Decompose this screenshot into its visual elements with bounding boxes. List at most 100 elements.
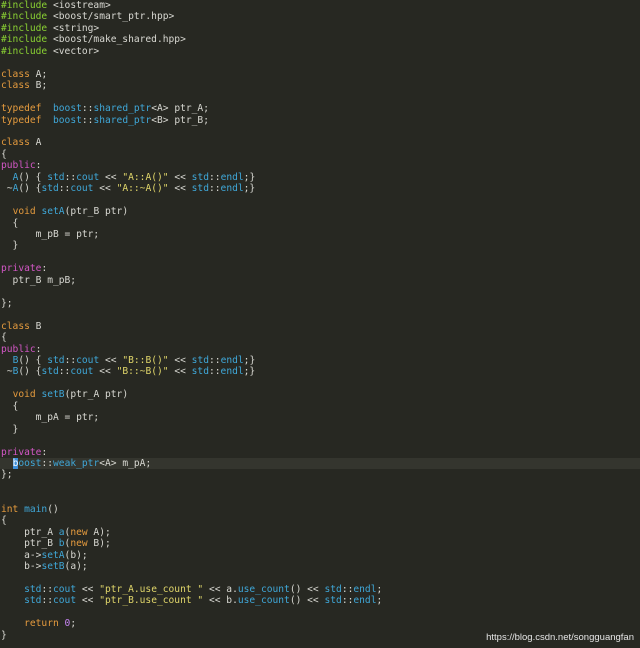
code-line[interactable]: #include <iostream> [0, 0, 640, 11]
code-token: (a); [64, 561, 88, 573]
code-token: class [1, 137, 30, 149]
code-line[interactable]: private: [0, 447, 640, 458]
code-line[interactable]: private: [0, 263, 640, 274]
code-line[interactable]: void setA(ptr_B ptr) [0, 206, 640, 217]
code-editor[interactable]: #include <iostream> #include <boost/smart… [0, 0, 640, 648]
code-line[interactable]: B() { std::cout << "B::B()" << std::endl… [0, 355, 640, 366]
code-line[interactable]: class B; [0, 80, 640, 91]
code-line[interactable]: typedef boost::shared_ptr<B> ptr_B; [0, 115, 640, 126]
code-token: (b); [64, 549, 88, 561]
code-line[interactable] [0, 92, 640, 103]
code-token: std [324, 583, 342, 595]
code-line[interactable]: ptr_B b(new B); [0, 538, 640, 549]
code-line[interactable]: b->setB(a); [0, 561, 640, 572]
code-line[interactable]: #include <string> [0, 23, 640, 34]
code-token: :: [64, 354, 77, 366]
code-line[interactable]: #include <vector> [0, 46, 640, 57]
code-token: A; [29, 68, 48, 80]
code-token: return [24, 618, 59, 630]
code-token: <boost/make_shared.hpp> [47, 34, 186, 46]
code-line[interactable]: { [0, 515, 640, 526]
code-token: endl [220, 183, 244, 195]
code-token: new [70, 538, 88, 550]
code-token: <A> m_pA; [99, 458, 152, 469]
code-token: std [191, 354, 209, 366]
code-token: cout [76, 354, 100, 366]
code-token: B; [29, 80, 48, 92]
code-line[interactable]: boost::weak_ptr<A> m_pA; [0, 458, 640, 470]
code-line[interactable]: }; [0, 469, 640, 480]
code-line[interactable]: class A [0, 137, 640, 148]
code-token: endl [353, 595, 377, 607]
code-line[interactable]: } [0, 424, 640, 435]
code-line[interactable]: { [0, 218, 640, 229]
code-token: :: [41, 458, 54, 469]
code-token: class [1, 80, 30, 92]
code-line[interactable]: { [0, 401, 640, 412]
code-token: use_count [237, 595, 290, 607]
code-token: : [41, 263, 48, 275]
code-token: main [24, 503, 48, 515]
code-line[interactable] [0, 607, 640, 618]
code-line[interactable]: class A; [0, 69, 640, 80]
code-line[interactable] [0, 378, 640, 389]
code-line[interactable]: ~B() {std::cout << "B::~B()" << std::end… [0, 366, 640, 377]
code-token: cout [76, 171, 100, 183]
code-line[interactable]: public: [0, 344, 640, 355]
code-line[interactable]: std::cout << "ptr_A.use_count " << a.use… [0, 584, 640, 595]
code-line[interactable]: { [0, 149, 640, 160]
code-token: endl [220, 354, 244, 366]
code-line[interactable]: } [0, 240, 640, 251]
code-line[interactable] [0, 492, 640, 503]
code-token: (ptr_A ptr) [64, 389, 129, 401]
code-line[interactable] [0, 573, 640, 584]
code-token: std [191, 171, 209, 183]
code-token: "B::~B()" [116, 366, 169, 378]
code-line[interactable]: ptr_B m_pB; [0, 275, 640, 286]
code-line[interactable]: ~A() {std::cout << "A::~A()" << std::end… [0, 183, 640, 194]
code-line[interactable] [0, 252, 640, 263]
code-token: std [191, 366, 209, 378]
code-token: cout [53, 595, 77, 607]
code-token: :: [81, 103, 94, 115]
code-token: "A::A()" [122, 171, 169, 183]
code-line[interactable]: { [0, 332, 640, 343]
code-line[interactable] [0, 286, 640, 297]
code-line[interactable] [0, 57, 640, 68]
code-line[interactable]: A() { std::cout << "A::A()" << std::endl… [0, 172, 640, 183]
code-token: shared_ptr [93, 103, 152, 115]
code-line[interactable] [0, 309, 640, 320]
code-line[interactable]: class B [0, 321, 640, 332]
code-line[interactable]: std::cout << "ptr_B.use_count " << b.use… [0, 595, 640, 606]
code-line[interactable] [0, 481, 640, 492]
code-line[interactable]: typedef boost::shared_ptr<A> ptr_A; [0, 103, 640, 114]
code-line[interactable]: }; [0, 298, 640, 309]
code-token: a-> [1, 549, 42, 561]
code-token: ;} [243, 354, 256, 366]
code-line[interactable]: #include <boost/smart_ptr.hpp> [0, 11, 640, 22]
code-token: typedef [1, 103, 42, 115]
code-line[interactable]: void setB(ptr_A ptr) [0, 389, 640, 400]
code-token: << [93, 183, 117, 195]
code-token: << [99, 171, 123, 183]
code-token: setA [41, 206, 65, 218]
code-line[interactable] [0, 435, 640, 446]
code-line[interactable]: a->setA(b); [0, 550, 640, 561]
code-line[interactable]: ptr_A a(new A); [0, 527, 640, 538]
code-line[interactable] [0, 195, 640, 206]
code-line[interactable] [0, 126, 640, 137]
code-line[interactable]: public: [0, 160, 640, 171]
code-line[interactable]: m_pA = ptr; [0, 412, 640, 423]
code-token: : [35, 160, 42, 172]
code-token: () { [18, 183, 42, 195]
code-line[interactable]: int main() [0, 504, 640, 515]
code-line[interactable]: #include <boost/make_shared.hpp> [0, 34, 640, 45]
code-line[interactable]: m_pB = ptr; [0, 229, 640, 240]
code-token: cout [70, 366, 94, 378]
code-token: } [1, 423, 19, 435]
code-line[interactable]: return 0; [0, 618, 640, 629]
